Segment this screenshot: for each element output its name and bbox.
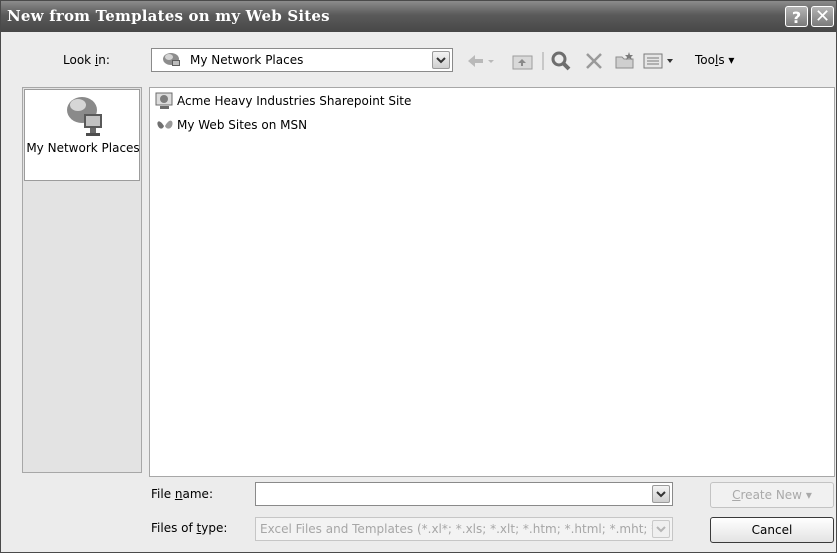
look-in-label: Look in: xyxy=(63,53,110,67)
network-places-icon xyxy=(64,94,104,141)
delete-icon[interactable] xyxy=(584,51,604,71)
files-of-type-label: Files of type: xyxy=(151,521,228,535)
tools-dropdown-arrow: ▾ xyxy=(728,53,735,67)
look-in-dropdown[interactable]: My Network Places xyxy=(151,48,453,72)
file-name-dropdown-arrow[interactable] xyxy=(652,485,670,503)
dialog-title: New from Templates on my Web Sites xyxy=(7,7,330,25)
close-button[interactable]: ✕ xyxy=(811,6,834,27)
files-of-type-dropdown[interactable]: Excel Files and Templates (*.xl*; *.xls;… xyxy=(255,517,673,541)
help-button[interactable]: ? xyxy=(785,6,808,27)
places-item-my-network-places[interactable]: My Network Places xyxy=(24,89,140,181)
network-places-icon xyxy=(161,52,181,72)
file-name-combo[interactable] xyxy=(255,482,673,506)
file-name: Acme Heavy Industries Sharepoint Site xyxy=(177,94,412,108)
files-of-type-value: Excel Files and Templates (*.xl*; *.xls;… xyxy=(260,522,652,536)
file-list[interactable]: Acme Heavy Industries Sharepoint Site My… xyxy=(149,87,835,477)
file-name-label: File name: xyxy=(151,487,213,501)
create-new-button[interactable]: Create New ▾ xyxy=(710,482,834,508)
msn-butterfly-icon xyxy=(155,116,175,137)
tools-menu[interactable]: Tools ▾ xyxy=(695,53,734,67)
dialog-window: New from Templates on my Web Sites ? ✕ L… xyxy=(0,0,837,553)
file-name-input[interactable] xyxy=(258,485,652,505)
look-in-value: My Network Places xyxy=(190,53,304,67)
toolbar-separator xyxy=(541,51,545,71)
back-arrow-icon[interactable] xyxy=(465,51,497,71)
create-new-dropdown-arrow[interactable]: ▾ xyxy=(806,488,812,502)
sharepoint-site-icon xyxy=(155,92,175,113)
search-web-icon[interactable] xyxy=(551,51,573,71)
views-icon[interactable] xyxy=(643,51,683,71)
places-item-label: My Network Places xyxy=(26,141,140,155)
files-of-type-dropdown-arrow[interactable] xyxy=(652,520,670,538)
up-one-level-icon[interactable] xyxy=(512,51,534,71)
look-in-dropdown-arrow[interactable] xyxy=(432,51,450,69)
cancel-button[interactable]: Cancel xyxy=(710,517,834,543)
title-bar[interactable]: New from Templates on my Web Sites ? ✕ xyxy=(1,1,836,32)
places-bar: My Network Places xyxy=(22,87,142,473)
file-name: My Web Sites on MSN xyxy=(177,118,308,132)
new-folder-icon[interactable] xyxy=(614,51,636,71)
